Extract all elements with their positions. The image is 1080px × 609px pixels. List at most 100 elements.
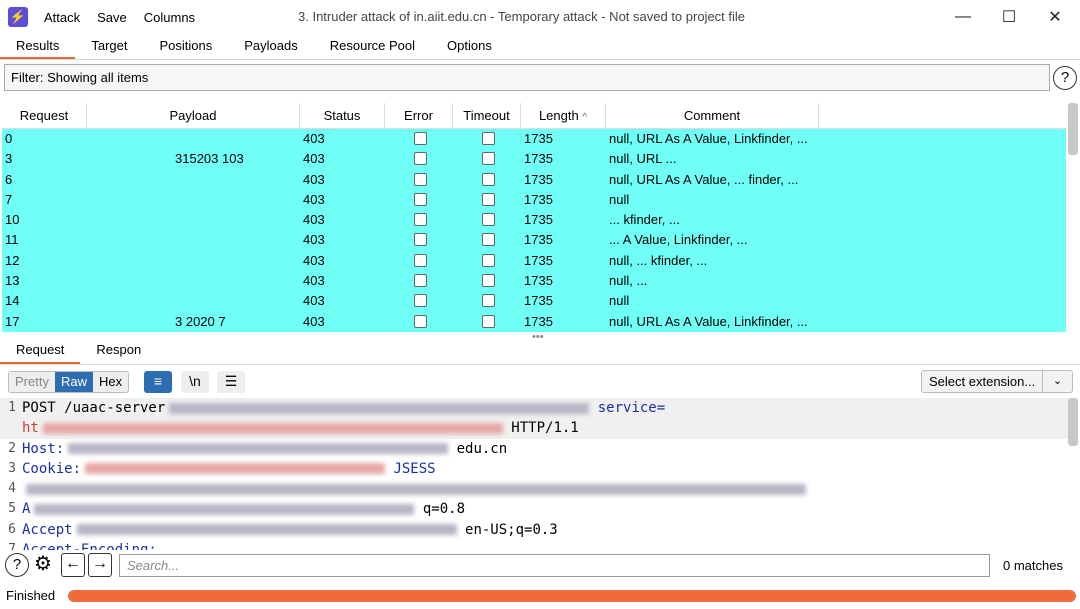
tab-resource-pool[interactable]: Resource Pool [314, 34, 431, 59]
cell-payload [87, 129, 300, 149]
menu-save[interactable]: Save [97, 10, 127, 25]
cell-timeout [453, 170, 521, 190]
error-checkbox[interactable] [414, 274, 427, 288]
error-checkbox[interactable] [414, 314, 427, 328]
cell-comment-text: null, URL As A Value, ... finder, ... [609, 171, 799, 187]
message-tabs: Request Respon [0, 337, 1080, 365]
error-checkbox[interactable] [414, 233, 427, 247]
search-previous-button[interactable]: ← [61, 553, 85, 577]
timeout-checkbox[interactable] [482, 213, 495, 227]
cell-timeout [453, 129, 521, 149]
column-header-error[interactable]: Error [385, 103, 453, 128]
table-row[interactable]: 17 3 2020 7 403 1735 null, URL As A Value, L… [2, 311, 1066, 332]
table-row[interactable]: 11 403 1735 ... A Value, Linkfinder, ... [2, 230, 1066, 251]
menu-attack[interactable]: Attack [44, 10, 80, 25]
cell-comment: null [606, 291, 819, 311]
timeout-checkbox[interactable] [482, 152, 495, 166]
close-icon: ✕ [1048, 9, 1062, 26]
line-content [22, 479, 806, 499]
minimize-button[interactable]: — [940, 0, 986, 34]
error-checkbox[interactable] [414, 132, 427, 145]
menu-columns[interactable]: Columns [144, 10, 195, 25]
editor-scrollbar[interactable] [1068, 398, 1078, 446]
tab-results[interactable]: Results [0, 34, 76, 59]
table-row[interactable]: 14 403 1735 null [2, 291, 1066, 312]
cell-comment-text: null, ... kfinder, ... [609, 252, 708, 268]
tab-options[interactable]: Options [431, 34, 508, 59]
wrap-icon: ≡ [153, 373, 163, 389]
table-row[interactable]: 3 315203 103 403 1735 null, URL ... [2, 149, 1066, 170]
column-header-length[interactable]: Length ^ [521, 103, 606, 128]
cell-status-text: 403 [303, 293, 325, 309]
table-row[interactable]: 6 403 1735 null, URL As A Value, ... finder… [2, 169, 1066, 190]
table-row[interactable]: 0 403 1735 null, URL As A Value, Linkfinder… [2, 129, 1066, 150]
search-help-button[interactable]: ? [5, 553, 29, 577]
request-editor[interactable]: 1 POST /uaac-server service= ht HTTP/1.1 2 H… [0, 398, 1068, 550]
table-row[interactable]: 7 403 1735 null [2, 189, 1066, 211]
maximize-button[interactable]: ☐ [986, 0, 1032, 34]
cell-error [385, 230, 453, 250]
tab-positions[interactable]: Positions [144, 34, 229, 59]
line-number: 4 [8, 481, 16, 497]
error-checkbox[interactable] [414, 172, 427, 186]
cell-status: 403 [300, 170, 385, 190]
timeout-checkbox[interactable] [482, 294, 495, 308]
error-checkbox[interactable] [414, 294, 427, 308]
error-checkbox[interactable] [414, 213, 427, 227]
table-row[interactable]: 10 403 1735 ... kfinder, ... [2, 210, 1066, 231]
chevron-down-icon: ⌄ [1042, 371, 1072, 392]
maximize-icon: ☐ [1001, 9, 1017, 26]
column-header-comment[interactable]: Comment [606, 103, 819, 128]
arrow-right-icon: → [92, 555, 108, 572]
wrap-lines-button[interactable]: ≡ [144, 371, 172, 393]
timeout-checkbox[interactable] [482, 233, 495, 247]
column-header-payload[interactable]: Payload [87, 103, 300, 128]
format-hex[interactable]: Hex [92, 372, 129, 392]
tab-target[interactable]: Target [75, 34, 143, 59]
minimize-icon: — [955, 8, 971, 25]
search-settings-button[interactable]: ⚙ [31, 553, 55, 577]
format-pretty[interactable]: Pretty [9, 372, 55, 392]
tab-payloads[interactable]: Payloads [228, 34, 313, 59]
timeout-checkbox[interactable] [482, 172, 495, 186]
table-row[interactable]: 13 403 1735 null, ... [2, 271, 1066, 292]
timeout-checkbox[interactable] [482, 314, 495, 328]
table-scrollbar[interactable] [1068, 103, 1078, 155]
help-button[interactable]: ? [1053, 66, 1077, 90]
timeout-checkbox[interactable] [482, 274, 495, 288]
cell-comment-text: null, URL As A Value, Linkfinder, ... [609, 131, 808, 146]
cell-payload [87, 190, 300, 210]
select-extension-dropdown[interactable]: Select extension... ⌄ [921, 370, 1073, 393]
search-input[interactable] [119, 554, 990, 577]
cell-request-text: 17 [5, 313, 20, 329]
cell-length-text: 1735 [524, 151, 553, 167]
line-content: A q=0.8 [22, 499, 465, 519]
error-checkbox[interactable] [414, 192, 427, 206]
error-checkbox[interactable] [414, 152, 427, 166]
show-newlines-button[interactable]: \n [181, 371, 209, 393]
filter-bar[interactable]: Filter: Showing all items [4, 64, 1050, 91]
editor-menu-button[interactable]: ☰ [217, 371, 245, 393]
tab-response[interactable]: Respon [80, 337, 157, 364]
timeout-checkbox[interactable] [482, 132, 495, 145]
format-raw[interactable]: Raw [54, 372, 93, 392]
column-header-timeout[interactable]: Timeout [453, 103, 521, 128]
cell-comment: null, URL ... [606, 149, 819, 169]
timeout-checkbox[interactable] [482, 253, 495, 267]
cell-comment: null, URL As A Value, ... finder, ... [606, 170, 819, 190]
search-next-button[interactable]: → [88, 553, 112, 577]
table-row[interactable]: 12 403 1735 null, ... kfinder, ... [2, 250, 1066, 272]
code-token: Host: [22, 440, 65, 457]
gear-icon: ⚙ [34, 553, 52, 575]
results-table: Request Payload Status Error Timeout Len… [2, 103, 1066, 333]
timeout-checkbox[interactable] [482, 192, 495, 206]
cell-comment: null, URL As A Value, Linkfinder, ... [606, 312, 819, 332]
cell-timeout [453, 230, 521, 250]
column-header-request[interactable]: Request [2, 103, 87, 128]
error-checkbox[interactable] [414, 253, 427, 267]
column-header-status[interactable]: Status [300, 103, 385, 128]
close-button[interactable]: ✕ [1032, 0, 1078, 34]
tab-request[interactable]: Request [0, 337, 81, 364]
cell-comment: ... kfinder, ... [606, 210, 819, 230]
cell-status: 403 [300, 210, 385, 230]
